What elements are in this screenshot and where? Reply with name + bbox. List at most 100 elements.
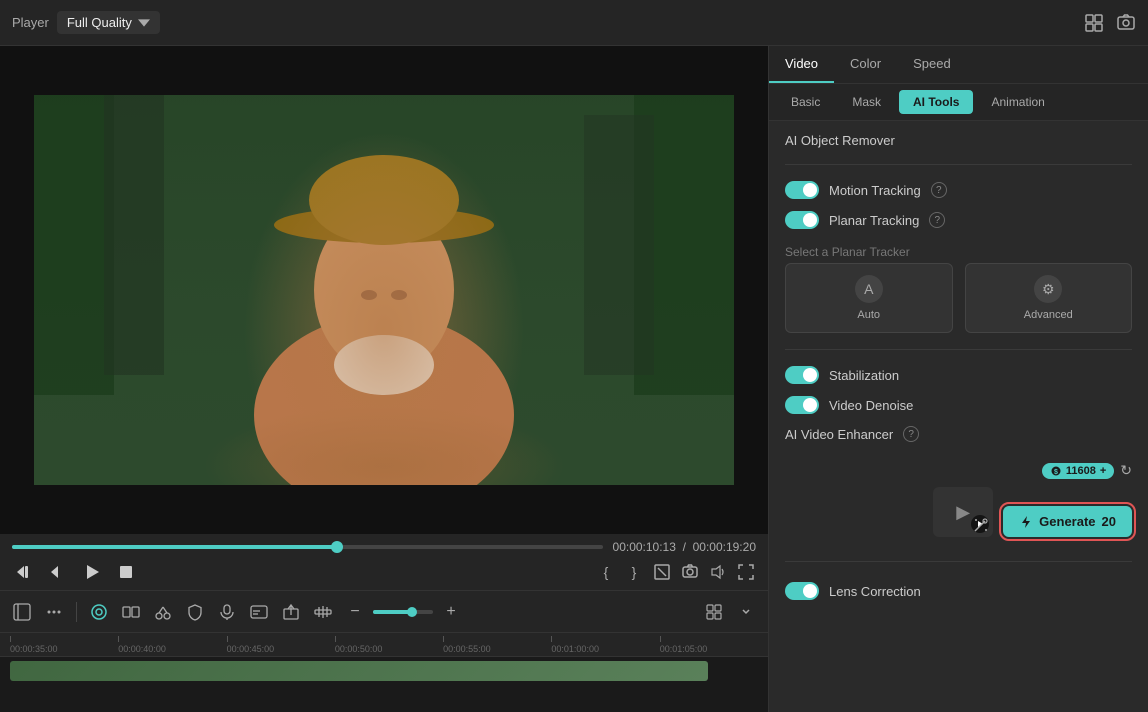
credits-row: $ 11608 + ↻ — [1042, 462, 1132, 479]
progress-thumb — [331, 541, 343, 553]
left-panel-toggle[interactable] — [8, 598, 36, 626]
divider-1 — [785, 164, 1132, 165]
ai-video-enhancer-help[interactable]: ? — [903, 426, 919, 442]
ruler-mark-6: 00:01:05:00 — [660, 636, 768, 654]
timeline-clip-0[interactable] — [10, 661, 708, 681]
wand-icon — [971, 515, 991, 535]
sub-tab-animation[interactable]: Animation — [977, 90, 1058, 114]
planar-tracking-knob — [803, 213, 817, 227]
transport-buttons: { } — [12, 560, 756, 584]
progress-fill — [12, 545, 337, 549]
ruler-mark-1: 00:00:40:00 — [118, 636, 226, 654]
stabilization-row: Stabilization — [785, 366, 1132, 384]
stop-button[interactable] — [114, 560, 138, 584]
motion-tracking-toggle[interactable] — [785, 181, 819, 199]
tracker-cards: A Auto ⚙ Advanced — [785, 263, 1132, 333]
lens-correction-knob — [803, 584, 817, 598]
sub-tab-basic[interactable]: Basic — [777, 90, 834, 114]
video-denoise-label: Video Denoise — [829, 398, 913, 413]
photo-button[interactable] — [1116, 13, 1136, 33]
mic-button[interactable] — [213, 598, 241, 626]
player-label: Player — [12, 15, 49, 30]
generate-btn-wrapper: ▶ — [933, 487, 1132, 537]
generate-button[interactable]: Generate 20 — [1003, 506, 1132, 537]
lightning-icon — [1019, 515, 1033, 529]
refresh-button[interactable]: ↻ — [1120, 462, 1132, 479]
ruler-mark-5: 00:01:00:00 — [551, 636, 659, 654]
motion-tracking-row: Motion Tracking ? — [785, 181, 1132, 199]
zoom-in-button[interactable]: + — [437, 598, 465, 626]
separator-1 — [76, 602, 77, 622]
planar-tracker-label: Select a Planar Tracker — [785, 245, 1132, 259]
top-bar: Player Full Quality — [0, 0, 1148, 46]
audio-button[interactable] — [708, 562, 728, 582]
top-bar-right — [1084, 13, 1136, 33]
export-button[interactable] — [277, 598, 305, 626]
right-panel: Video Color Speed Basic Mask AI Tools An… — [768, 46, 1148, 712]
planar-tracking-toggle[interactable] — [785, 211, 819, 229]
auto-tracker-icon: A — [855, 275, 883, 303]
ruler-mark-2: 00:00:45:00 — [227, 636, 335, 654]
motion-tracking-knob — [803, 183, 817, 197]
video-area — [0, 46, 768, 534]
zoom-slider[interactable] — [373, 610, 433, 614]
clip-out-button[interactable]: } — [624, 562, 644, 582]
tab-video[interactable]: Video — [769, 46, 834, 83]
captions-button[interactable] — [245, 598, 273, 626]
sub-tab-mask[interactable]: Mask — [838, 90, 895, 114]
stabilization-knob — [803, 368, 817, 382]
cut-button[interactable] — [149, 598, 177, 626]
video-denoise-toggle[interactable] — [785, 396, 819, 414]
motion-tracking-label: Motion Tracking — [829, 183, 921, 198]
expand-button[interactable] — [736, 562, 756, 582]
skip-back-button[interactable] — [12, 560, 36, 584]
shield-button[interactable] — [181, 598, 209, 626]
clip-in-button[interactable]: { — [596, 562, 616, 582]
tab-color[interactable]: Color — [834, 46, 897, 83]
lens-correction-toggle[interactable] — [785, 582, 819, 600]
sub-tab-ai-tools[interactable]: AI Tools — [899, 90, 973, 114]
grid-view-button[interactable] — [1084, 13, 1104, 33]
screenshot-button[interactable] — [680, 562, 700, 582]
divider-2 — [785, 349, 1132, 350]
planar-tracker-select-area: Select a Planar Tracker A Auto ⚙ Advance… — [785, 241, 1132, 333]
timeline-area: 00:00:35:00 00:00:40:00 00:00:45:00 00:0… — [0, 632, 768, 712]
tracker-card-auto[interactable]: A Auto — [785, 263, 953, 333]
layout-button[interactable] — [700, 598, 728, 626]
grid-icon — [1084, 13, 1104, 33]
stabilization-toggle[interactable] — [785, 366, 819, 384]
zoom-out-button[interactable]: − — [341, 598, 369, 626]
advanced-tracker-icon: ⚙ — [1034, 275, 1062, 303]
zoom-controls: − + — [341, 598, 465, 626]
lens-correction-row: Lens Correction — [785, 582, 1132, 600]
photo-icon — [1116, 13, 1136, 33]
transport-right: { } — [596, 562, 756, 582]
auto-tracker-label: Auto — [857, 309, 880, 321]
planar-tracking-row: Planar Tracking ? — [785, 211, 1132, 229]
generate-label: Generate — [1039, 514, 1095, 529]
play-button[interactable] — [80, 560, 104, 584]
stabilization-label: Stabilization — [829, 368, 899, 383]
preview-icon: ▶ — [956, 502, 970, 523]
tracker-card-advanced[interactable]: ⚙ Advanced — [965, 263, 1133, 333]
loop-button[interactable] — [85, 598, 113, 626]
coin-icon: $ — [1050, 465, 1062, 477]
step-back-button[interactable] — [46, 560, 70, 584]
credits-badge[interactable]: $ 11608 + — [1042, 463, 1114, 479]
crop-button[interactable] — [652, 562, 672, 582]
more-button[interactable] — [732, 598, 760, 626]
motion-tracking-help[interactable]: ? — [931, 182, 947, 198]
generate-preview: ▶ — [933, 487, 993, 537]
ai-video-enhancer-row: AI Video Enhancer ? — [785, 426, 1132, 442]
timeline-track-0 — [0, 657, 768, 685]
generate-cost: 20 — [1102, 514, 1116, 529]
progress-track[interactable] — [12, 545, 603, 549]
video-denoise-row: Video Denoise — [785, 396, 1132, 414]
transport-area: 00:00:10:13 / 00:00:19:20 — [0, 534, 768, 590]
speed-button[interactable] — [309, 598, 337, 626]
more-options-button[interactable] — [40, 598, 68, 626]
tab-speed[interactable]: Speed — [897, 46, 967, 83]
planar-tracking-help[interactable]: ? — [929, 212, 945, 228]
quality-dropdown[interactable]: Full Quality — [57, 11, 160, 34]
split-button[interactable] — [117, 598, 145, 626]
